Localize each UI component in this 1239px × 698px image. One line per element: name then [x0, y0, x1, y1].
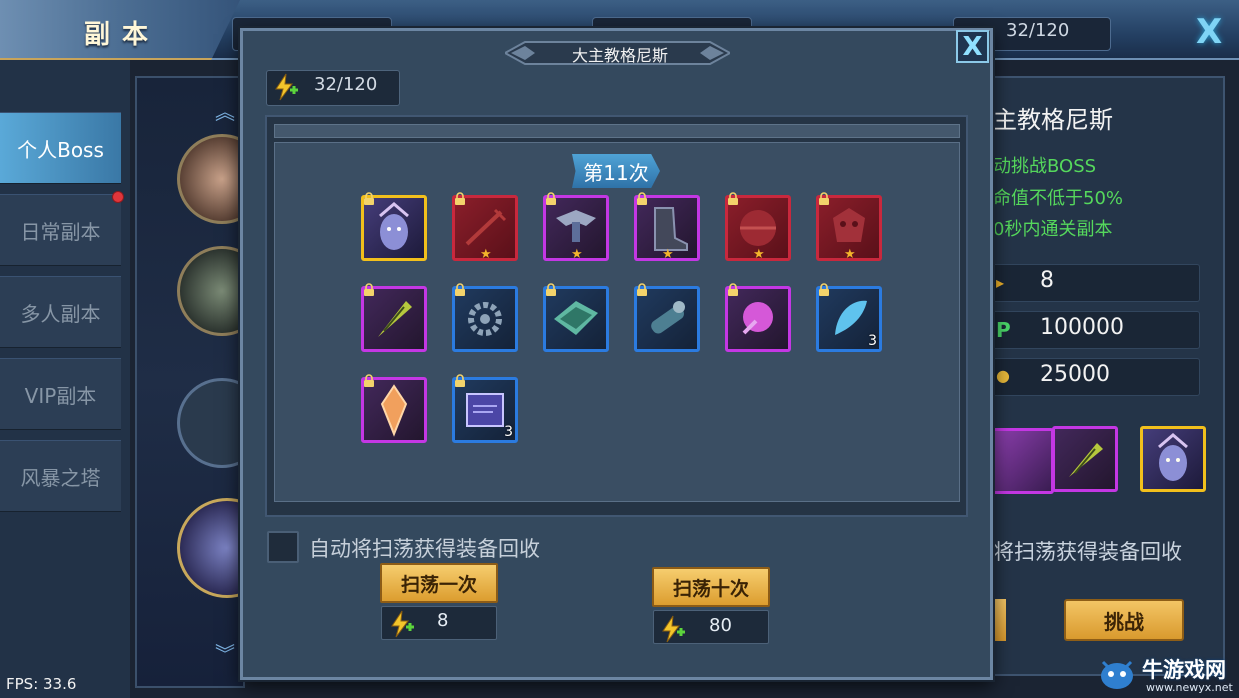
scroll-down-icon[interactable]: ︾ [215, 638, 235, 667]
reward-item[interactable] [1140, 426, 1206, 492]
energy-value: 32/120 [314, 74, 378, 95]
stat-value: 8 [1040, 268, 1054, 293]
reward-item[interactable] [361, 283, 427, 352]
auto-recycle-checkbox[interactable] [267, 531, 299, 563]
crystal-icon [380, 384, 408, 437]
lock-icon [455, 192, 465, 205]
lock-icon [364, 192, 374, 205]
reward-item[interactable] [543, 283, 609, 352]
energy-bolt-icon [662, 615, 685, 643]
lock-icon [637, 283, 647, 296]
reward-item[interactable]: ★ [452, 192, 518, 262]
tab-vip-dungeon[interactable]: VIP副本 [0, 358, 121, 430]
lock-icon [546, 192, 556, 205]
tab-daily-dungeon[interactable]: 日常副本 [0, 194, 121, 266]
modal-title: 大主教格尼斯 [571, 46, 668, 65]
watermark-text: 牛游戏网 [1142, 658, 1226, 682]
reward-item[interactable]: ★ [634, 192, 700, 262]
reward-item[interactable] [988, 428, 1054, 494]
boss-name: 主教格尼斯 [993, 106, 1113, 134]
scroll-icon [651, 301, 685, 334]
notification-badge [112, 191, 124, 203]
round-label: 第11次 [572, 154, 660, 188]
lock-icon [546, 283, 556, 296]
reward-item[interactable]: 3 [816, 283, 882, 352]
item-count: 3 [868, 333, 877, 349]
modal-close-button[interactable]: X [956, 30, 989, 63]
sweep-once-button[interactable]: 扫荡一次 [380, 563, 498, 603]
coin-icon: ● [996, 366, 1010, 385]
gear-icon [468, 302, 502, 336]
item-count: 3 [504, 424, 513, 440]
tab-team-dungeon[interactable]: 多人副本 [0, 276, 121, 348]
reward-item[interactable]: ★ [543, 192, 609, 262]
star-icon: ★ [753, 247, 765, 262]
sweep-ten-cost-value: 80 [709, 615, 732, 636]
lock-icon [364, 283, 374, 296]
reward-item[interactable] [1052, 426, 1118, 492]
auto-recycle-label: 自动将扫荡获得装备回收 [309, 537, 540, 561]
reward-item[interactable] [634, 283, 700, 352]
rewards-header-bar [274, 124, 960, 138]
page-title: 副本 [84, 20, 161, 50]
lock-icon [637, 192, 647, 205]
plate-icon [554, 301, 598, 335]
fps-counter: FPS: 33.6 [6, 675, 77, 693]
stat-row [990, 264, 1200, 302]
energy-bolt-icon [391, 610, 414, 638]
tab-label: VIP副本 [24, 383, 97, 408]
top-energy-value: 32/120 [1006, 20, 1070, 41]
star-icon: ★ [480, 247, 492, 262]
reward-item[interactable]: 3 [452, 374, 518, 443]
tab-label: 风暴之塔 [20, 465, 101, 490]
star-icon: ★ [844, 247, 856, 262]
boss-face-icon [1158, 433, 1188, 481]
reward-item[interactable] [361, 192, 427, 261]
energy-bolt-icon [275, 73, 298, 101]
star-icon: ★ [571, 247, 583, 262]
page-close-button[interactable]: X [1196, 12, 1222, 52]
tab-label: 多人副本 [20, 301, 101, 326]
leaf-icon [1069, 443, 1103, 477]
star-icon: ★ [662, 247, 674, 262]
tab-sidebar: 个人Boss 日常副本 多人副本 VIP副本 风暴之塔 [0, 60, 130, 698]
tab-label: 日常副本 [20, 219, 101, 244]
reward-item[interactable]: ★ [816, 192, 882, 262]
reward-item[interactable]: ★ [725, 192, 791, 262]
lock-icon [728, 192, 738, 205]
scroll-up-icon[interactable]: ︽ [215, 96, 235, 125]
sweep-ten-button[interactable]: 扫荡十次 [652, 567, 770, 607]
stat-value: 100000 [1040, 315, 1124, 340]
auto-recycle-label: 将扫荡获得装备回收 [993, 540, 1182, 564]
lock-icon [455, 283, 465, 296]
leaf-icon [378, 301, 412, 337]
reward-item[interactable] [361, 374, 427, 443]
energy-icon: ▸ [996, 273, 1005, 292]
requirement-text: 动挑战BOSS [993, 156, 1097, 177]
watermark-url: www.newyx.net [1146, 681, 1233, 694]
lock-icon [819, 192, 829, 205]
exp-icon: P [996, 318, 1011, 342]
boss-portrait-icon [379, 202, 409, 250]
tab-personal-boss[interactable]: 个人Boss [0, 112, 121, 184]
sweep-once-cost-value: 8 [437, 610, 449, 631]
requirement-text: 命值不低于50% [993, 188, 1124, 209]
lock-icon [819, 283, 829, 296]
reward-item[interactable] [725, 283, 791, 352]
orb-icon [742, 302, 773, 335]
challenge-button[interactable]: 挑战 [1064, 599, 1184, 641]
lock-icon [728, 283, 738, 296]
tab-label: 个人Boss [17, 137, 104, 162]
lock-icon [364, 374, 374, 387]
stat-value: 25000 [1040, 362, 1110, 387]
requirement-text: 0秒内通关副本 [993, 219, 1113, 240]
tab-storm-tower[interactable]: 风暴之塔 [0, 440, 121, 512]
lock-icon [455, 374, 465, 387]
reward-item[interactable] [452, 283, 518, 352]
boss-list[interactable]: ︽ ︾ [135, 76, 277, 688]
